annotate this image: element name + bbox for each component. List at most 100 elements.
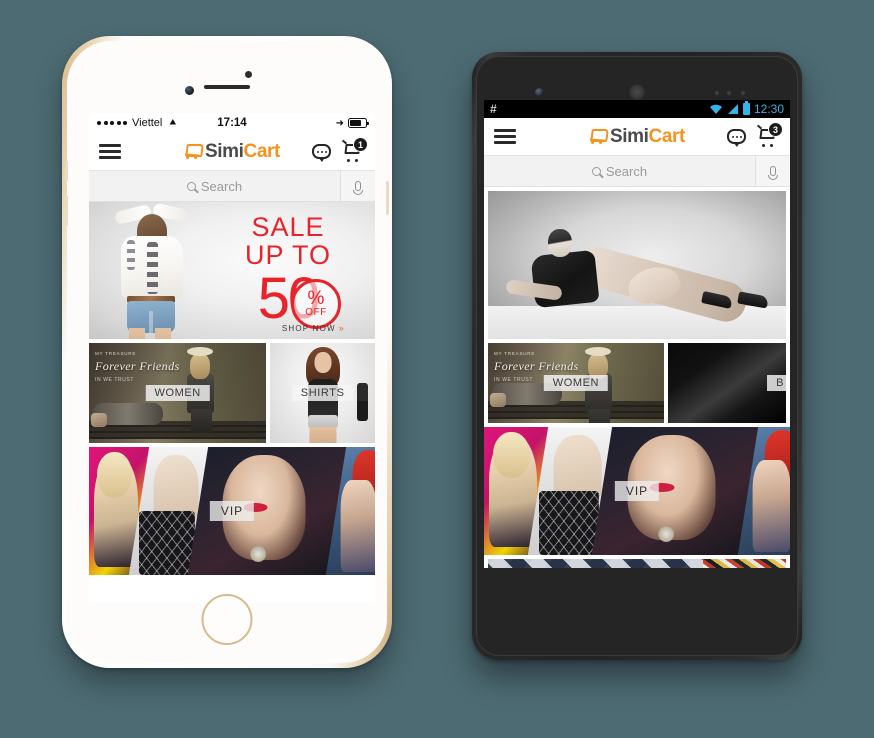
iphone-screen: Viettel 17:14 ➜: [89, 113, 375, 603]
category-tile-women[interactable]: MY TREASURE Forever Friends IN WE TRUST …: [89, 343, 267, 443]
sale-percent-symbol: %: [307, 287, 325, 309]
app-header-bar: SimiCart 1: [89, 133, 375, 171]
hamburger-menu-icon[interactable]: [99, 140, 121, 162]
brand-name-secondary: Cart: [648, 125, 686, 147]
brand-name-secondary: Cart: [243, 140, 281, 162]
microphone-icon: [353, 181, 363, 195]
cart-wheel-left: [347, 158, 351, 162]
wifi-icon: [709, 104, 722, 114]
hero-banner[interactable]: [488, 191, 786, 339]
brand-name-primary: Simi: [610, 125, 649, 147]
cart-wheel-right: [770, 143, 774, 147]
sale-headline-line1: SALE: [251, 212, 325, 242]
tile-boot-shape: [91, 413, 107, 427]
category-tiles-row: MY TREASURE Forever Friends IN WE TRUST …: [89, 339, 375, 447]
search-input[interactable]: Search: [484, 156, 755, 186]
banner-model-torso: [530, 249, 600, 309]
sale-promo-banner[interactable]: SALE UP TO 50 % OFF SHOP NOW »: [89, 202, 375, 339]
status-time: 17:14: [217, 117, 247, 129]
iphone-device: Viettel 17:14 ➜: [62, 36, 392, 668]
location-arrow-icon: ➜: [335, 117, 344, 129]
cart-badge-count: 3: [768, 122, 783, 137]
tile-subtext: IN WE TRUST: [95, 377, 135, 383]
vip-label: VIP: [614, 481, 660, 501]
signal-bars-icon: [727, 104, 738, 114]
android-status-bar: # 12:30: [484, 100, 790, 118]
category-label-women: WOMEN: [543, 375, 609, 391]
app-header-actions: 3: [727, 122, 783, 147]
tile-overlay-text: Forever Friends: [494, 359, 579, 373]
search-bar: Search: [484, 156, 790, 187]
iphone-earpiece-speaker: [204, 85, 250, 89]
sale-headline-line2: UP TO: [244, 240, 332, 270]
iphone-home-button[interactable]: [201, 594, 253, 645]
iphone-power-button[interactable]: [386, 181, 389, 215]
android-device: # 12:30 SimiCart 3 Search MY TREASURE Fo…: [472, 52, 802, 660]
category-tile-women[interactable]: MY TREASURE Forever Friends IN WE TRUST …: [488, 343, 664, 423]
signal-dots-icon: [97, 121, 127, 125]
carrier-name: Viettel: [132, 117, 163, 129]
category-label-women: WOMEN: [145, 385, 210, 401]
search-magnifier-icon: [186, 181, 196, 191]
screenshot-canvas: Viettel 17:14 ➜: [0, 0, 874, 738]
iphone-front-camera-icon: [185, 86, 194, 95]
brand-name-primary: Simi: [205, 140, 244, 162]
shop-now-link[interactable]: SHOP NOW »: [282, 323, 345, 333]
app-header-bar: SimiCart 3: [484, 118, 790, 156]
sale-off-label: OFF: [305, 306, 327, 318]
android-earpiece-speaker: [628, 83, 646, 101]
android-screen: SimiCart 3 Search MY TREASURE Forever Fr…: [484, 118, 790, 568]
search-input[interactable]: Search: [89, 171, 340, 201]
vip-promo-banner[interactable]: VIP: [484, 427, 790, 555]
vip-promo-banner[interactable]: VIP: [89, 447, 375, 575]
chevron-right-icon: »: [338, 323, 345, 333]
category-label-shirts: SHIRTS: [291, 385, 354, 401]
tile-boot-shape: [490, 393, 506, 407]
shopping-cart-button[interactable]: 1: [341, 137, 368, 162]
android-front-camera-icon: [535, 88, 544, 97]
wifi-icon: [167, 119, 178, 128]
banner-model-image: [107, 202, 199, 339]
voice-search-button[interactable]: [755, 156, 790, 186]
bottom-promo-strip[interactable]: [488, 559, 786, 568]
chat-bubble-icon[interactable]: [312, 144, 331, 162]
search-bar: Search: [89, 171, 375, 202]
simicart-cart-logo-icon: [589, 129, 609, 144]
status-left-icon: #: [490, 102, 498, 116]
category-tile-secondary[interactable]: B: [667, 343, 786, 423]
brand-logo[interactable]: SimiCart: [589, 126, 685, 148]
iphone-body: Viettel 17:14 ➜: [65, 41, 389, 663]
iphone-volume-down-button[interactable]: [65, 196, 68, 226]
microphone-icon: [768, 166, 778, 180]
category-tile-shirts[interactable]: SHIRTS: [270, 343, 375, 443]
hamburger-menu-icon[interactable]: [494, 125, 516, 147]
shopping-cart-button[interactable]: 3: [756, 122, 783, 147]
banner-model-head: [547, 229, 572, 258]
ios-status-bar: Viettel 17:14 ➜: [89, 113, 375, 133]
android-sensor-array: [715, 91, 749, 95]
category-label-secondary: B: [767, 375, 786, 391]
iphone-volume-up-button[interactable]: [65, 161, 68, 181]
voice-search-button[interactable]: [340, 171, 375, 201]
home-content: SALE UP TO 50 % OFF SHOP NOW » MY TREASU…: [89, 202, 375, 575]
tile-overlay-text: Forever Friends: [95, 359, 180, 373]
vip-label: VIP: [209, 501, 255, 521]
brand-logo[interactable]: SimiCart: [184, 141, 280, 163]
tile-kicker-text: MY TREASURE: [95, 351, 137, 356]
tile-kicker-text: MY TREASURE: [494, 351, 536, 356]
status-right-group: ➜: [335, 117, 369, 129]
simicart-cart-logo-icon: [184, 144, 204, 159]
search-placeholder-text: Search: [200, 178, 243, 194]
category-tiles-row: MY TREASURE Forever Friends IN WE TRUST …: [484, 339, 790, 427]
sale-discount-group: 50 % OFF: [213, 270, 363, 330]
chat-bubble-icon[interactable]: [727, 129, 746, 147]
sale-text-block: SALE UP TO 50 % OFF: [213, 212, 363, 330]
shop-now-label: SHOP NOW: [281, 323, 336, 333]
battery-icon: [742, 101, 750, 115]
status-right-group: 12:30: [709, 101, 784, 116]
search-placeholder-text: Search: [605, 163, 648, 179]
app-header-actions: 1: [312, 137, 368, 162]
cart-badge-count: 1: [353, 137, 368, 152]
status-time: 12:30: [753, 102, 784, 116]
battery-icon: [348, 118, 369, 128]
